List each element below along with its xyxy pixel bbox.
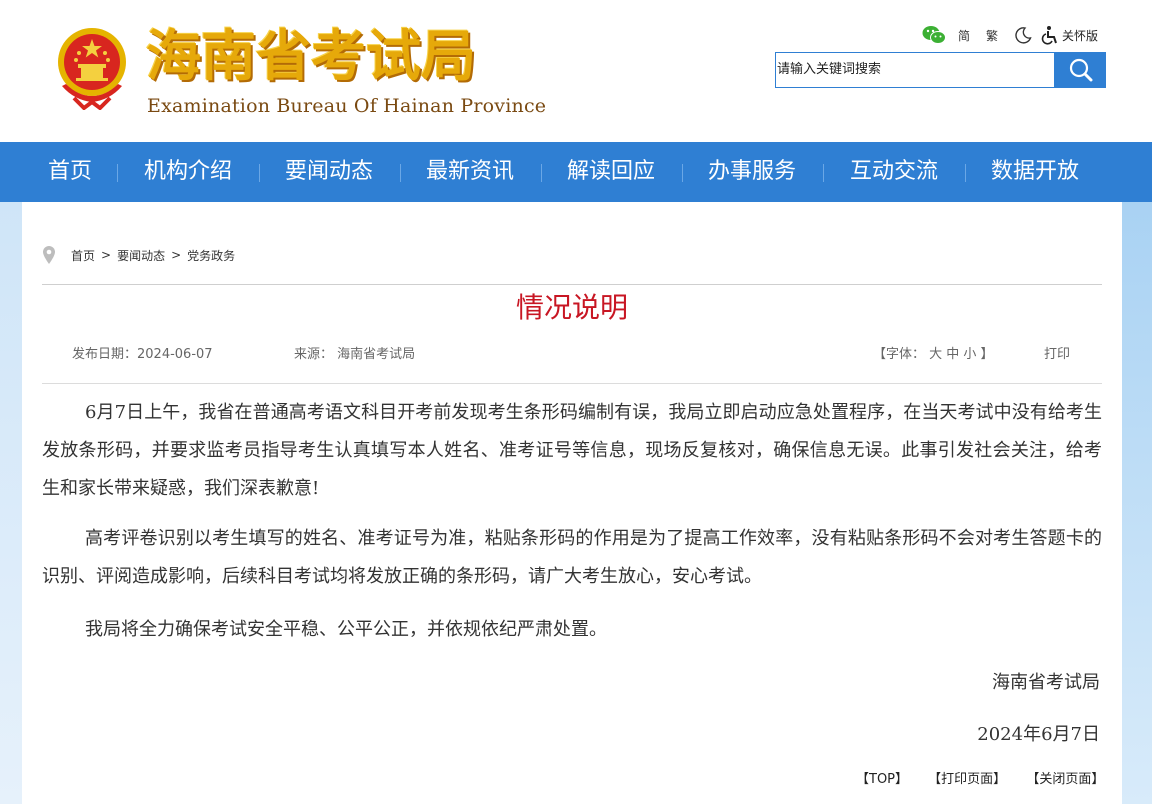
article-signature: 海南省考试局: [992, 672, 1100, 693]
site-title-en: Examination Bureau Of Hainan Province: [147, 95, 547, 117]
divider: [42, 383, 1102, 384]
paragraph-text: 6月7日上午，我省在普通高考语文科目开考前发现考生条形码编制有误，我局立即启动应…: [42, 402, 1102, 499]
nav-divider: [400, 164, 401, 182]
breadcrumb-news[interactable]: 要闻动态: [117, 247, 165, 264]
nav-item-home[interactable]: 首页: [48, 142, 92, 202]
national-emblem-logo: [58, 28, 126, 110]
print-page-link[interactable]: 【打印页面】: [928, 772, 1006, 787]
breadcrumb-party-affairs[interactable]: 党务政务: [187, 247, 235, 264]
footer-links: 【TOP】 【打印页面】 【关闭页面】: [856, 768, 1120, 787]
nav-divider: [117, 164, 118, 182]
wechat-icon[interactable]: [922, 25, 946, 45]
search-input[interactable]: 请输入关键词搜索: [775, 52, 1055, 88]
close-page-link[interactable]: 【关闭页面】: [1026, 772, 1104, 787]
nav-item-interaction[interactable]: 互动交流: [850, 142, 938, 202]
nav-item-services[interactable]: 办事服务: [708, 142, 796, 202]
breadcrumb-separator: >: [101, 248, 112, 262]
header-tools: 简 繁 关怀版: [922, 24, 1098, 46]
font-size-switcher[interactable]: 【字体： 大 中 小 】: [873, 346, 994, 364]
nav-divider: [682, 164, 683, 182]
search-button[interactable]: [1055, 52, 1106, 88]
nav-item-interpretation[interactable]: 解读回应: [567, 142, 655, 202]
accessibility-icon[interactable]: [1040, 25, 1060, 45]
paragraph-text: 高考评卷识别以考生填写的姓名、准考证号为准，粘贴条形码的作用是为了提高工作效率，…: [42, 528, 1102, 587]
paragraph-text: 我局将全力确保考试安全平稳、公平公正，并依规依纪严肃处置。: [85, 619, 607, 640]
article-paragraph: 6月7日上午，我省在普通高考语文科目开考前发现考生条形码编制有误，我局立即启动应…: [42, 394, 1102, 508]
nav-item-open-data[interactable]: 数据开放: [991, 142, 1079, 202]
site-header: 海南省考试局 Examination Bureau Of Hainan Prov…: [0, 0, 1152, 142]
divider: [42, 284, 1102, 285]
article-title: 情况说明: [515, 291, 628, 324]
nav-divider: [259, 164, 260, 182]
article-source: 来源： 海南省考试局: [294, 347, 416, 362]
nav-divider: [541, 164, 542, 182]
dark-mode-icon[interactable]: [1014, 26, 1032, 44]
care-mode-link[interactable]: 关怀版: [1062, 27, 1098, 44]
simplified-chinese-link[interactable]: 简: [958, 27, 970, 44]
article-paragraph: 高考评卷识别以考生填写的姓名、准考证号为准，粘贴条形码的作用是为了提高工作效率，…: [42, 520, 1102, 596]
breadcrumb: 首页 > 要闻动态 > 党务政务: [42, 240, 235, 270]
article-paragraph: 我局将全力确保考试安全平稳、公平公正，并依规依纪严肃处置。: [42, 611, 1102, 649]
search-icon: [1069, 58, 1092, 82]
nav-divider: [965, 164, 966, 182]
nav-item-news[interactable]: 要闻动态: [285, 142, 373, 202]
traditional-chinese-link[interactable]: 繁: [986, 27, 998, 44]
nav-item-latest[interactable]: 最新资讯: [426, 142, 514, 202]
breadcrumb-home[interactable]: 首页: [71, 247, 95, 264]
location-pin-icon: [43, 246, 55, 264]
back-to-top-link[interactable]: 【TOP】: [856, 772, 908, 787]
site-title-cn: 海南省考试局: [146, 24, 477, 88]
breadcrumb-separator: >: [171, 248, 182, 262]
main-nav: 首页 机构介绍 要闻动态 最新资讯 解读回应 办事服务 互动交流 数据开放: [0, 142, 1152, 202]
nav-item-about[interactable]: 机构介绍: [144, 142, 232, 202]
print-link[interactable]: 打印: [1044, 346, 1070, 364]
article-date: 2024年6月7日: [977, 724, 1100, 745]
publish-date: 发布日期：2024-06-07: [72, 347, 213, 362]
nav-divider: [823, 164, 824, 182]
